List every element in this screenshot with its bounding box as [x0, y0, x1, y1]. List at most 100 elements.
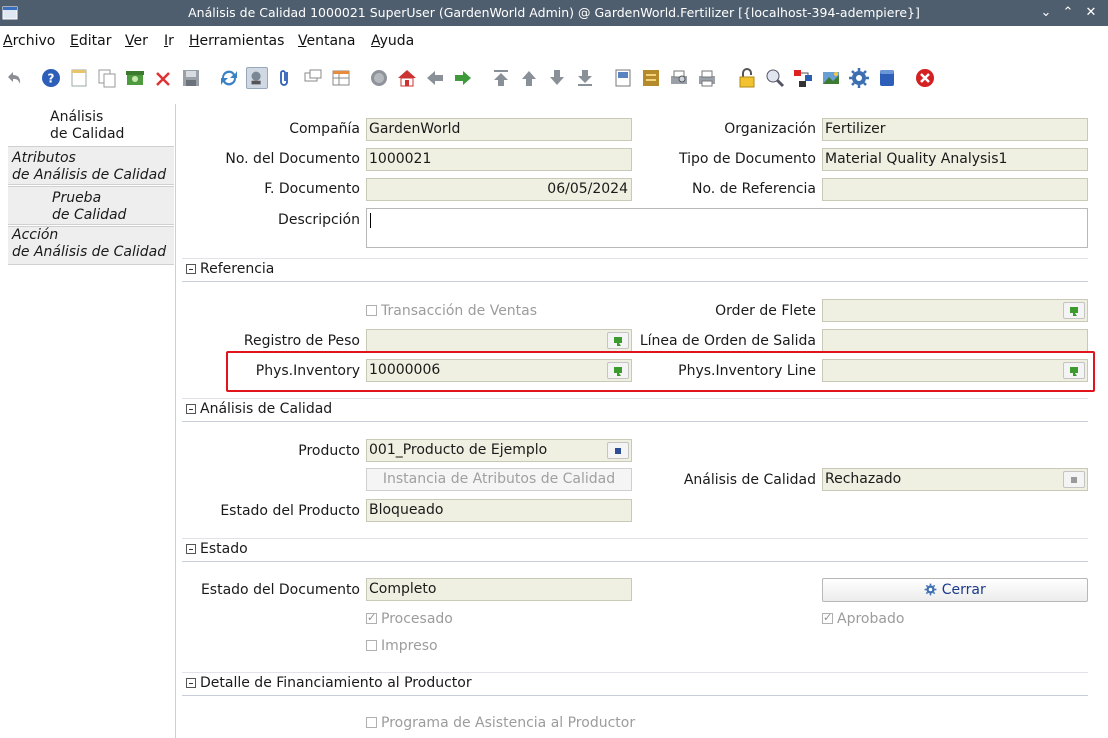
product-field[interactable]: 001_Producto de Ejemplo: [366, 439, 632, 462]
document-status-field[interactable]: Completo: [366, 578, 632, 601]
document-number-field[interactable]: 1000021: [366, 148, 632, 171]
lock-icon[interactable]: [736, 67, 758, 89]
outbound-order-line-field[interactable]: [822, 329, 1088, 352]
maximize-icon[interactable]: ⌃: [1058, 3, 1078, 23]
product-status-label: Estado del Producto: [220, 503, 360, 519]
first-record-icon[interactable]: [490, 67, 512, 89]
collapse-icon[interactable]: [186, 544, 196, 554]
collapse-icon[interactable]: [186, 404, 196, 414]
close-window-icon[interactable]: ✕: [1081, 3, 1101, 23]
sales-transaction-checkbox[interactable]: Transacción de Ventas: [366, 303, 537, 319]
company-label: Compañía: [289, 121, 360, 137]
document-date-label: F. Documento: [264, 181, 360, 197]
quality-analysis-dropdown-button[interactable]: [1063, 471, 1085, 488]
attachment-icon[interactable]: [274, 67, 296, 89]
section-analisis-de-calidad[interactable]: Análisis de Calidad: [182, 398, 1088, 422]
document-type-field[interactable]: Material Quality Analysis1: [822, 148, 1088, 171]
menu-herramientas[interactable]: Herramientas: [189, 33, 284, 49]
lookup-arrow-icon: [1070, 307, 1078, 316]
back-arrow-icon[interactable]: [424, 67, 446, 89]
help-icon[interactable]: ?: [40, 67, 62, 89]
new-record-icon[interactable]: [68, 67, 90, 89]
quality-analysis-label: Análisis de Calidad: [683, 472, 816, 488]
last-record-icon[interactable]: [574, 67, 596, 89]
menu-ver[interactable]: Ver: [125, 33, 148, 49]
organization-label: Organización: [724, 121, 816, 137]
product-label: Producto: [298, 443, 360, 459]
undo-icon[interactable]: [2, 67, 24, 89]
forward-arrow-icon[interactable]: [452, 67, 474, 89]
document-date-field[interactable]: 06/05/2024: [366, 178, 632, 201]
report-icon[interactable]: [612, 67, 634, 89]
copy-record-icon[interactable]: [96, 67, 118, 89]
exit-icon[interactable]: [914, 67, 936, 89]
lookup-arrow-icon: [614, 337, 622, 346]
printed-checkbox[interactable]: Impreso: [366, 638, 438, 654]
product-status-field[interactable]: Bloqueado: [366, 499, 632, 522]
close-document-button[interactable]: Cerrar: [822, 578, 1088, 602]
grid-toggle-icon[interactable]: [330, 67, 352, 89]
chat-icon[interactable]: [302, 67, 324, 89]
dropdown-square-icon: [1071, 477, 1077, 483]
section-financiamiento[interactable]: Detalle de Financiamiento al Productor: [182, 672, 1088, 696]
product-info-icon[interactable]: [820, 67, 842, 89]
collapse-icon[interactable]: [186, 678, 196, 688]
attribute-instance-button[interactable]: Instancia de Atributos de Calidad: [366, 468, 632, 491]
delete-record-icon[interactable]: [124, 67, 146, 89]
menu-bar: Archivo Editar Ver Ir Herramientas Venta…: [0, 26, 1108, 56]
freight-order-label: Order de Flete: [715, 303, 816, 319]
minimize-icon[interactable]: ⌄: [1036, 3, 1056, 23]
quality-analysis-field[interactable]: Rechazado: [822, 468, 1088, 491]
workflow-icon[interactable]: [792, 67, 814, 89]
next-record-icon[interactable]: [546, 67, 568, 89]
svg-text:?: ?: [48, 72, 55, 86]
producer-assistance-checkbox[interactable]: Programa de Asistencia al Productor: [366, 715, 635, 731]
tab-analisis-de-calidad[interactable]: Análisis de Calidad: [0, 104, 175, 146]
menu-ayuda[interactable]: Ayuda: [371, 33, 414, 49]
description-label: Descripción: [278, 212, 360, 228]
freight-order-lookup-button[interactable]: [1063, 302, 1085, 319]
section-estado[interactable]: Estado: [182, 538, 1088, 562]
find-icon[interactable]: [246, 67, 268, 89]
tab-prueba-de-calidad[interactable]: Prueba de Calidad: [8, 186, 174, 225]
save-icon[interactable]: [180, 67, 202, 89]
menu-archivo[interactable]: Archivo: [3, 33, 55, 49]
print-icon[interactable]: [696, 67, 718, 89]
document-type-label: Tipo de Documento: [679, 151, 816, 167]
previous-record-icon[interactable]: [518, 67, 540, 89]
document-number-label: No. del Documento: [225, 151, 360, 167]
process-gear-icon[interactable]: [848, 67, 870, 89]
company-field[interactable]: GardenWorld: [366, 118, 632, 141]
section-referencia[interactable]: Referencia: [182, 258, 1088, 282]
menu-editar[interactable]: Editar: [70, 33, 111, 49]
approved-checkbox[interactable]: Aprobado: [822, 611, 904, 627]
delete-selection-icon[interactable]: [152, 67, 174, 89]
zoom-across-icon[interactable]: [764, 67, 786, 89]
window-data-icon[interactable]: [876, 67, 898, 89]
highlight-box: [226, 351, 1095, 392]
history-icon[interactable]: [368, 67, 390, 89]
tab-accion-de-analisis[interactable]: Acción de Análisis de Calidad: [8, 226, 174, 265]
tab-atributos-de-analisis[interactable]: Atributos de Análisis de Calidad: [8, 146, 174, 185]
gear-icon: [924, 583, 937, 596]
menu-ventana[interactable]: Ventana: [298, 33, 356, 49]
menu-ir[interactable]: Ir: [164, 33, 174, 49]
collapse-icon[interactable]: [186, 264, 196, 274]
home-icon[interactable]: [396, 67, 418, 89]
print-preview-icon[interactable]: [668, 67, 690, 89]
refresh-icon[interactable]: [218, 67, 240, 89]
tab-sidebar: Análisis de Calidad Atributos de Análisi…: [0, 104, 175, 738]
weight-register-lookup-button[interactable]: [607, 332, 629, 349]
freight-order-field[interactable]: [822, 299, 1088, 322]
product-lookup-button[interactable]: [607, 442, 629, 459]
organization-field[interactable]: Fertilizer: [822, 118, 1088, 141]
toolbar: ?: [0, 58, 1108, 100]
weight-register-field[interactable]: [366, 329, 632, 352]
archive-icon[interactable]: [640, 67, 662, 89]
weight-register-label: Registro de Peso: [243, 333, 360, 349]
outbound-order-line-label: Línea de Orden de Salida: [639, 333, 816, 349]
reference-number-field[interactable]: [822, 178, 1088, 201]
text-cursor: [370, 213, 371, 228]
processed-checkbox[interactable]: Procesado: [366, 611, 453, 627]
description-field[interactable]: [366, 208, 1088, 248]
